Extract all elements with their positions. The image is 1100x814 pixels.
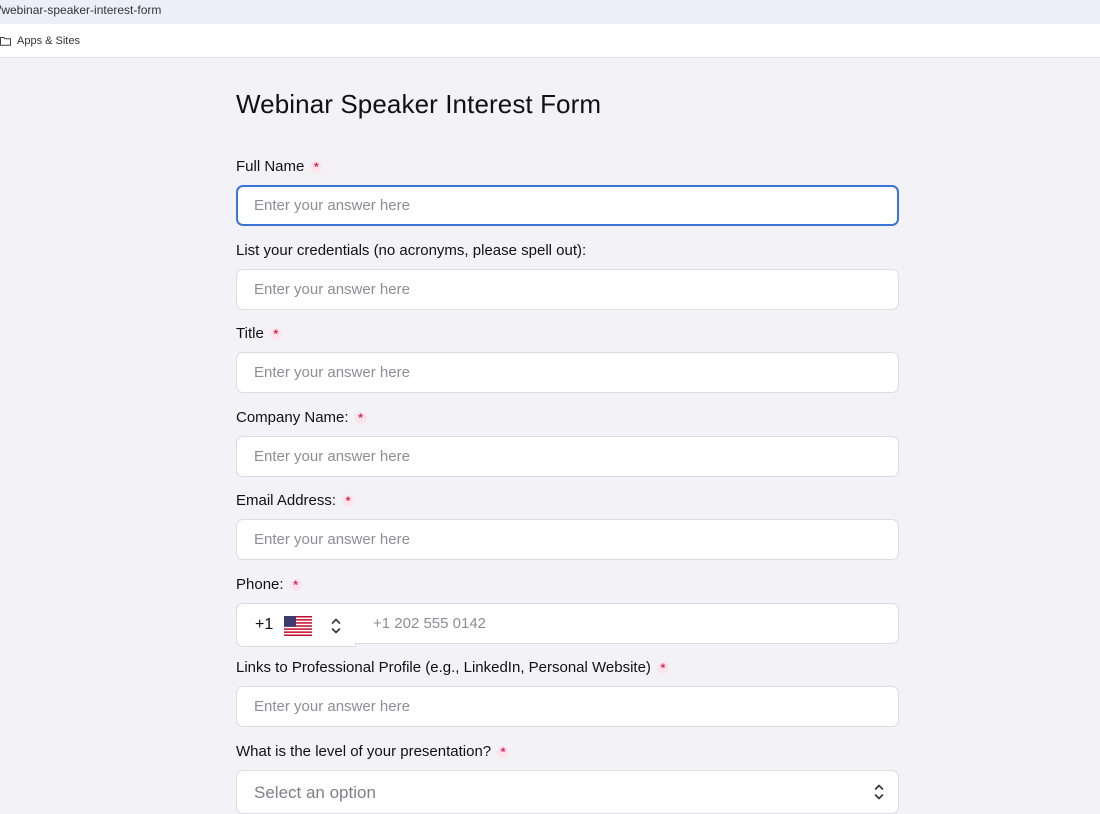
- title-input[interactable]: [236, 352, 899, 393]
- email-label: Email Address: *: [236, 492, 355, 509]
- select-value: Select an option: [254, 783, 376, 802]
- profile-links-input[interactable]: [236, 686, 899, 727]
- bookmark-label: Apps & Sites: [17, 35, 80, 47]
- full-name-input[interactable]: [236, 185, 899, 226]
- required-marker: *: [354, 411, 367, 424]
- required-marker: *: [342, 494, 355, 507]
- chevron-up-down-icon: [331, 618, 341, 634]
- folder-icon: [0, 37, 11, 46]
- full-name-label: Full Name *: [236, 158, 323, 175]
- country-code: +1: [255, 616, 274, 633]
- bookmark-apps-sites[interactable]: Apps & Sites: [0, 33, 80, 49]
- phone-label: Phone: *: [236, 576, 302, 593]
- required-marker: *: [289, 578, 302, 591]
- company-name-input[interactable]: [236, 436, 899, 477]
- us-flag-icon: [284, 616, 312, 636]
- bookmarks-bar: Apps & Sites: [0, 24, 1100, 58]
- chevron-up-down-icon: [874, 784, 884, 800]
- credentials-label: List your credentials (no acronyms, plea…: [236, 242, 587, 259]
- phone-input[interactable]: [355, 603, 899, 644]
- phone-field: +1: [236, 603, 899, 647]
- presentation-level-label: What is the level of your presentation? …: [236, 743, 510, 760]
- form-title: Webinar Speaker Interest Form: [236, 89, 602, 119]
- presentation-level-select[interactable]: Select an option: [236, 770, 899, 814]
- required-marker: *: [310, 160, 323, 173]
- credentials-input[interactable]: [236, 269, 899, 310]
- required-marker: *: [656, 661, 669, 674]
- profile-links-label: Links to Professional Profile (e.g., Lin…: [236, 659, 669, 676]
- url-text: /webinar-speaker-interest-form: [0, 3, 162, 17]
- title-label: Title *: [236, 325, 282, 342]
- required-marker: *: [497, 745, 510, 758]
- company-name-label: Company Name: *: [236, 409, 367, 426]
- country-code-select[interactable]: +1: [236, 603, 356, 647]
- email-input[interactable]: [236, 519, 899, 560]
- required-marker: *: [269, 327, 282, 340]
- address-bar[interactable]: /webinar-speaker-interest-form: [0, 0, 1100, 24]
